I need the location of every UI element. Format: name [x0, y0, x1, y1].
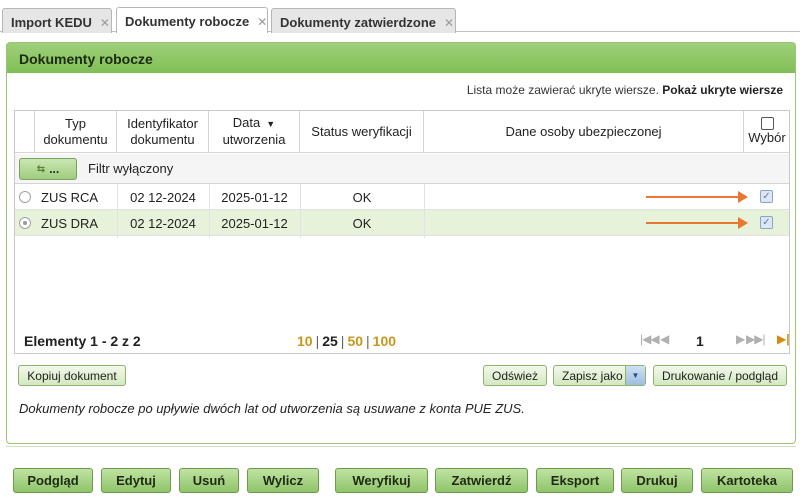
- header-line: Identyfikator: [127, 115, 198, 131]
- delete-button[interactable]: Usuń: [179, 468, 239, 493]
- prev-page-icon: ◀: [660, 332, 669, 346]
- col-identyfikator[interactable]: Identyfikator dokumentu: [117, 111, 209, 153]
- cell-identyfikator: 02 12-2024: [130, 189, 196, 205]
- col-wybor: Wybór: [744, 111, 790, 153]
- header-text: Data: [232, 115, 261, 130]
- filter-row: ⇆ ... Filtr wyłączony: [15, 154, 789, 184]
- row-radio[interactable]: [19, 191, 31, 203]
- header-line: Typ: [65, 115, 86, 131]
- edit-button[interactable]: Edytuj: [101, 468, 171, 493]
- current-page: 1: [696, 333, 704, 349]
- row-checkbox[interactable]: ✓: [760, 190, 773, 203]
- filter-button-label: ...: [49, 162, 60, 176]
- column-divider: [424, 184, 425, 238]
- page-size-10[interactable]: 10: [297, 333, 313, 349]
- header-text: Status weryfikacji: [311, 123, 412, 139]
- close-icon[interactable]: ✕: [100, 16, 110, 30]
- page-size-selector: 10 | 25 | 50 | 100: [297, 333, 397, 349]
- refresh-button[interactable]: Odśwież: [483, 365, 547, 386]
- elements-count: Elementy 1 - 2 z 2: [24, 333, 141, 349]
- approve-button[interactable]: Zatwierdź: [435, 468, 528, 493]
- table-row[interactable]: ZUS DRA 02 12-2024 2025-01-12 OK ✓: [15, 210, 789, 236]
- row-checkbox[interactable]: ✓: [760, 216, 773, 229]
- tab-dokumenty-zatwierdzone[interactable]: Dokumenty zatwierdzone ✕: [271, 8, 456, 33]
- column-divider: [300, 184, 301, 238]
- page-size-25: 25: [322, 333, 338, 349]
- last-page-icon: ▶▶|: [746, 332, 766, 346]
- close-icon[interactable]: ✕: [257, 15, 267, 29]
- tab-bar: Import KEDU ✕ Dokumenty robocze ✕ Dokument…: [0, 0, 800, 33]
- first-page-icon: |◀◀: [640, 332, 660, 346]
- show-hidden-rows-link[interactable]: Pokaż ukryte wiersze: [662, 83, 783, 97]
- preview-button[interactable]: Podgląd: [13, 468, 93, 493]
- header-text: Dane osoby ubezpieczonej: [505, 123, 662, 139]
- save-as-label: Zapisz jako: [562, 368, 623, 383]
- cell-typ: ZUS DRA: [41, 215, 99, 231]
- column-divider: [117, 184, 118, 238]
- col-radio: [15, 111, 35, 153]
- chevron-down-icon[interactable]: ▼: [625, 366, 645, 385]
- divider: [6, 446, 796, 447]
- calculate-button[interactable]: Wylicz: [247, 468, 319, 493]
- panel-title: Dokumenty robocze: [7, 43, 795, 73]
- documents-panel: Dokumenty robocze Lista może zawierać uk…: [6, 42, 796, 444]
- col-dane-osoby[interactable]: Dane osoby ubezpieczonej: [424, 111, 744, 153]
- print-preview-button[interactable]: Drukowanie / podgląd: [653, 365, 787, 386]
- arrow-annotation: [646, 196, 738, 198]
- next-page-icon: ▶: [736, 332, 745, 346]
- cell-data: 2025-01-12: [221, 215, 288, 231]
- retention-note: Dokumenty robocze po upływie dwóch lat o…: [19, 401, 525, 416]
- filter-status: Filtr wyłączony: [88, 161, 174, 176]
- hidden-rows-info: Lista może zawierać ukryte wiersze. Poka…: [467, 83, 783, 97]
- sort-desc-icon: ▼: [266, 119, 276, 129]
- print-button[interactable]: Drukuj: [621, 468, 693, 493]
- tab-dokumenty-robocze[interactable]: Dokumenty robocze ✕: [116, 7, 268, 33]
- col-typ-dokumentu[interactable]: Typ dokumentu: [35, 111, 117, 153]
- cell-status: OK: [352, 189, 372, 205]
- export-button[interactable]: Eksport: [536, 468, 614, 493]
- tab-label: Dokumenty zatwierdzone: [280, 15, 437, 30]
- copy-document-button[interactable]: Kopiuj dokument: [18, 365, 126, 386]
- header-line: utworzenia: [222, 132, 286, 147]
- tab-import-kedu[interactable]: Import KEDU ✕: [2, 8, 112, 33]
- arrow-head-icon: [738, 217, 748, 229]
- header-line: dokumentu: [130, 131, 195, 147]
- tab-label: Dokumenty robocze: [125, 14, 250, 29]
- header-text: Wybór: [748, 130, 786, 145]
- filter-button[interactable]: ⇆ ...: [19, 158, 77, 180]
- hidden-rows-text: Lista może zawierać ukryte wiersze.: [466, 83, 659, 97]
- documents-grid: Typ dokumentu Identyfikator dokumentu Data…: [14, 110, 790, 354]
- cell-typ: ZUS RCA: [41, 189, 99, 205]
- col-data-utworzenia[interactable]: Data ▼ utworzenia: [209, 111, 300, 153]
- cell-identyfikator: 02 12-2024: [130, 215, 196, 231]
- arrow-annotation: [646, 222, 738, 224]
- verify-button[interactable]: Weryfikuj: [335, 468, 428, 493]
- page-size-100[interactable]: 100: [373, 333, 396, 349]
- header-line: dokumentu: [43, 131, 108, 147]
- filter-icon: ⇆: [36, 163, 46, 175]
- save-as-button[interactable]: Zapisz jako ▼: [553, 365, 646, 386]
- tab-label: Import KEDU: [11, 15, 92, 30]
- pager: Elementy 1 - 2 z 2 10 | 25 | 50 | 100 |◀◀ ◀ 1 …: [14, 326, 790, 354]
- row-radio[interactable]: [19, 217, 31, 229]
- select-all-checkbox[interactable]: [760, 117, 774, 130]
- header-line: Data ▼: [223, 115, 286, 132]
- table-row[interactable]: ZUS RCA 02 12-2024 2025-01-12 OK ✓: [15, 184, 789, 210]
- column-divider: [209, 184, 210, 238]
- arrow-head-icon: [738, 191, 748, 203]
- page-size-50[interactable]: 50: [347, 333, 363, 349]
- go-to-end-icon[interactable]: ▶|: [777, 332, 790, 346]
- col-status-weryfikacji[interactable]: Status weryfikacji: [300, 111, 424, 153]
- cell-data: 2025-01-12: [221, 189, 288, 205]
- card-index-button[interactable]: Kartoteka: [701, 468, 793, 493]
- cell-status: OK: [352, 215, 372, 231]
- close-icon[interactable]: ✕: [444, 16, 454, 30]
